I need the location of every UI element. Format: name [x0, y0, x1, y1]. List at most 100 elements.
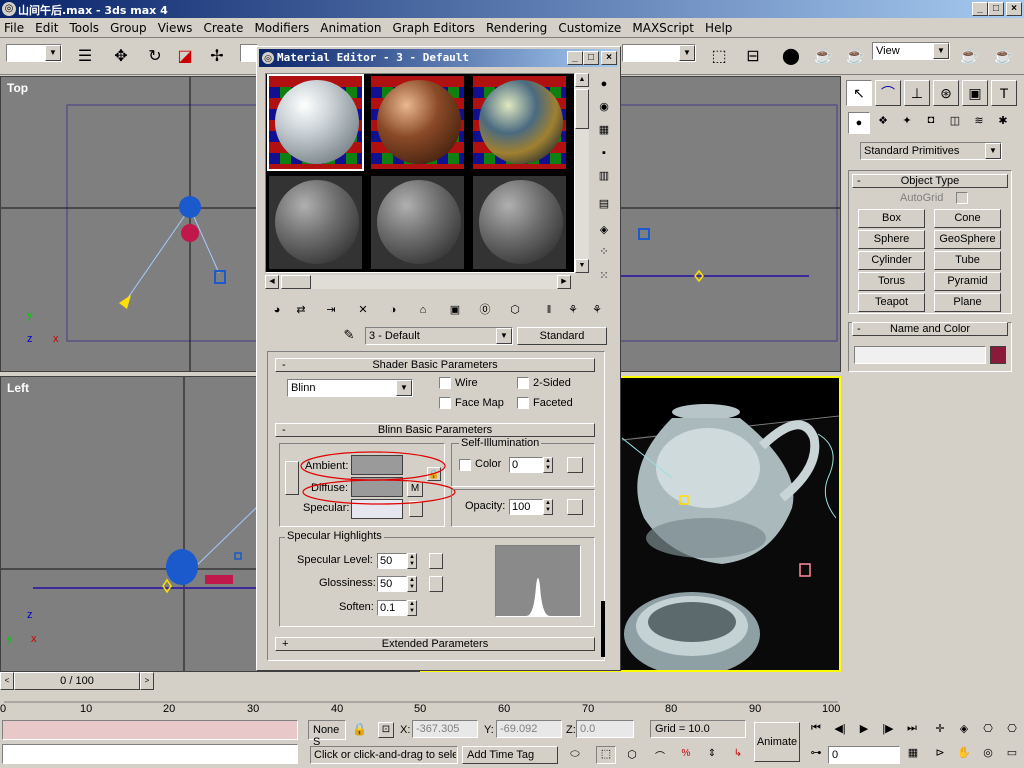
move-icon[interactable]: ✥: [108, 44, 134, 70]
plane-button[interactable]: Plane: [934, 293, 1001, 312]
extended-params-rollout[interactable]: + Extended Parameters: [275, 637, 595, 651]
cylinder-button[interactable]: Cylinder: [858, 251, 925, 270]
pyramid-button[interactable]: Pyramid: [934, 272, 1001, 291]
material-editor-icon[interactable]: ⬤: [778, 44, 804, 70]
x-coordinate-field[interactable]: -367.305: [412, 720, 478, 738]
lights-icon[interactable]: ✦: [896, 114, 918, 134]
menu-modifiers[interactable]: Modifiers: [250, 18, 313, 38]
opacity-field[interactable]: 100: [509, 499, 543, 515]
menu-edit[interactable]: Edit: [31, 18, 62, 38]
zoom-extents-icon[interactable]: ⎔: [978, 722, 998, 740]
motion-tab-icon[interactable]: ⊛: [933, 80, 959, 106]
track-bar[interactable]: 0 10 20 30 40 50 60 70 80 90 100: [0, 690, 842, 715]
play-icon[interactable]: ▶: [854, 722, 874, 738]
spinner-icon[interactable]: ▲ ▼: [407, 553, 417, 569]
menu-rendering[interactable]: Rendering: [482, 18, 551, 38]
menu-maxscript[interactable]: MAXScript: [628, 18, 698, 38]
z-coordinate-field[interactable]: 0.0: [576, 720, 634, 738]
menu-views[interactable]: Views: [154, 18, 197, 38]
next-frame-icon[interactable]: |▶: [878, 722, 898, 738]
specular-level-map-button[interactable]: [429, 553, 443, 569]
scale-icon[interactable]: ◪: [172, 44, 198, 70]
maxscript-listener-mini[interactable]: [2, 720, 298, 740]
create-tab-icon[interactable]: ↖: [846, 80, 872, 106]
menu-help[interactable]: Help: [701, 18, 736, 38]
helpers-icon[interactable]: ◫: [944, 114, 966, 134]
menu-customize[interactable]: Customize: [554, 18, 625, 38]
time-slider[interactable]: < 0 / 100 >: [0, 672, 158, 690]
menu-file[interactable]: File: [0, 18, 28, 38]
menu-tools[interactable]: Tools: [65, 18, 103, 38]
quick-render-icon[interactable]: ☕: [842, 44, 868, 70]
render-type-dropdown[interactable]: View ▼: [872, 42, 950, 60]
current-frame-field[interactable]: 0: [828, 746, 900, 764]
select-by-name-icon[interactable]: ☰: [72, 44, 98, 70]
self-illum-color-checkbox[interactable]: [459, 459, 471, 474]
zoom-extents-all-icon[interactable]: ⎔: [1002, 722, 1022, 740]
geosphere-button[interactable]: GeoSphere: [934, 230, 1001, 249]
menu-animation[interactable]: Animation: [316, 18, 385, 38]
close-button[interactable]: ×: [1006, 2, 1022, 16]
menu-create[interactable]: Create: [200, 18, 248, 38]
maximize-button[interactable]: □: [988, 2, 1004, 16]
name-color-rollout[interactable]: - Name and Color: [852, 322, 1008, 336]
mirror-icon[interactable]: ⬚: [706, 44, 732, 70]
soften-field[interactable]: 0.1: [377, 600, 407, 616]
min-max-toggle-icon[interactable]: ▭: [1002, 746, 1022, 764]
box-button[interactable]: Box: [858, 209, 925, 228]
add-time-tag-button[interactable]: Add Time Tag: [462, 746, 558, 764]
shapes-icon[interactable]: ❖: [872, 114, 894, 134]
pivot-icon[interactable]: ✢: [204, 44, 230, 70]
display-tab-icon[interactable]: ▣: [962, 80, 988, 106]
go-to-start-icon[interactable]: ⏮: [806, 722, 826, 738]
object-type-rollout[interactable]: - Object Type: [852, 174, 1008, 188]
key-mode-icon[interactable]: ⊶: [806, 746, 826, 762]
rotate-icon[interactable]: ↻: [142, 44, 168, 70]
pan-icon[interactable]: ✋: [954, 746, 974, 764]
specular-level-field[interactable]: 50: [377, 553, 407, 569]
spinner-icon[interactable]: ▲ ▼: [407, 576, 417, 592]
autogrid-checkbox[interactable]: [956, 192, 968, 207]
absolute-mode-icon[interactable]: ⊡: [378, 722, 394, 738]
active-shade-icon[interactable]: ☕: [990, 44, 1016, 70]
time-slider-thumb[interactable]: 0 / 100: [14, 672, 140, 690]
menu-group[interactable]: Group: [106, 18, 151, 38]
object-name-input[interactable]: [854, 346, 986, 364]
align-icon[interactable]: ⊟: [740, 44, 766, 70]
render-scene-icon[interactable]: ☕: [810, 44, 836, 70]
selection-set-dropdown[interactable]: ▼: [6, 44, 62, 62]
angle-snap-icon[interactable]: ⌒: [650, 748, 670, 764]
cone-button[interactable]: Cone: [934, 209, 1001, 228]
render-last-icon[interactable]: ☕: [956, 44, 982, 70]
next-frame-icon[interactable]: >: [140, 672, 154, 690]
named-selection-dropdown[interactable]: ▼: [622, 44, 696, 62]
percent-snap-icon[interactable]: %: [676, 748, 696, 764]
cameras-icon[interactable]: ◘: [920, 114, 942, 134]
teapot-button[interactable]: Teapot: [858, 293, 925, 312]
window-crossing-icon[interactable]: ⬚: [596, 746, 616, 764]
snap-settings-icon[interactable]: ↳: [728, 748, 748, 764]
prev-frame-icon[interactable]: <: [0, 672, 14, 690]
modify-tab-icon[interactable]: ⌒: [875, 80, 901, 106]
y-coordinate-field[interactable]: -69.092: [496, 720, 562, 738]
spinner-icon[interactable]: ▲ ▼: [407, 600, 417, 616]
torus-button[interactable]: Torus: [858, 272, 925, 291]
maxscript-input[interactable]: [2, 744, 298, 764]
snap-toggle-icon[interactable]: ⬡: [622, 748, 642, 764]
selection-lock-icon[interactable]: 🔒: [352, 722, 368, 738]
primitive-category-dropdown[interactable]: Standard Primitives ▼: [860, 142, 1002, 160]
utilities-tab-icon[interactable]: T: [991, 80, 1017, 106]
systems-icon[interactable]: ✱: [992, 114, 1014, 134]
arc-rotate-icon[interactable]: ◎: [978, 746, 998, 764]
opacity-map-button[interactable]: [567, 499, 583, 515]
go-to-end-icon[interactable]: ⏭: [902, 722, 922, 738]
geometry-icon[interactable]: ●: [848, 112, 870, 134]
tube-button[interactable]: Tube: [934, 251, 1001, 270]
zoom-icon[interactable]: ✛: [930, 722, 950, 740]
degradation-override-icon[interactable]: ⬭: [566, 748, 584, 764]
self-illum-value-field[interactable]: 0: [509, 457, 543, 473]
spinner-snap-icon[interactable]: ⇕: [702, 748, 722, 764]
hierarchy-tab-icon[interactable]: ⊥: [904, 80, 930, 106]
time-config-icon[interactable]: ▦: [904, 746, 922, 762]
space-warps-icon[interactable]: ≋: [968, 114, 990, 134]
